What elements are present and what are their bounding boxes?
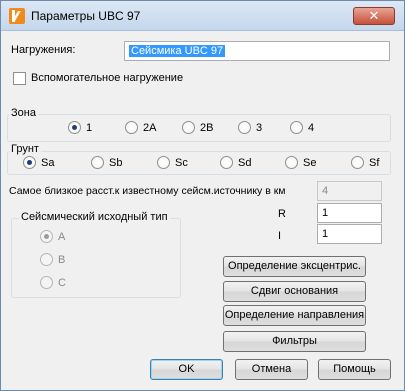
soil-option-label: Sf	[369, 156, 380, 169]
radio-dot	[40, 230, 53, 243]
zone-option-label: 2A	[143, 121, 157, 134]
radio-dot	[238, 121, 251, 134]
load-input[interactable]: Сейсмика UBC 97	[124, 41, 390, 61]
seismic-source-option-c[interactable]: C	[40, 276, 66, 289]
radio-dot	[23, 156, 36, 169]
soil-option-label: Sd	[238, 156, 252, 169]
help-button[interactable]: Помощь	[318, 359, 391, 380]
soil-option-label: Sb	[109, 156, 123, 169]
seismic-source-title: Сейсмический исходный тип	[19, 211, 170, 223]
radio-dot	[290, 121, 303, 134]
dialog-body: Нагружения: Сейсмика UBC 97 Вспомогатель…	[7, 32, 398, 385]
seismic-source-option-label: A	[58, 230, 66, 243]
auxiliary-load-checkbox[interactable]	[13, 72, 26, 85]
zone-option-3[interactable]: 3	[238, 121, 262, 134]
zone-option-label: 2B	[200, 121, 214, 134]
zone-option-label: 1	[86, 121, 93, 134]
radio-dot	[157, 156, 170, 169]
soil-option-sb[interactable]: Sb	[91, 156, 122, 169]
load-label: Нагружения:	[11, 44, 76, 56]
dialog-window: Параметры UBC 97 ✕ Нагружения: Сейсмика …	[0, 0, 405, 391]
radio-dot	[351, 156, 364, 169]
soil-option-sa[interactable]: Sa	[23, 156, 54, 169]
zone-option-1[interactable]: 1	[68, 121, 92, 134]
radio-dot	[68, 121, 81, 134]
soil-option-label: Sc	[175, 156, 188, 169]
soil-option-sd[interactable]: Sd	[220, 156, 251, 169]
soil-option-sf[interactable]: Sf	[351, 156, 379, 169]
i-label: I	[278, 230, 282, 242]
eccentricity-button[interactable]: Определение эксцентрис.	[223, 256, 366, 277]
soil-option-label: Se	[303, 156, 317, 169]
radio-dot	[182, 121, 195, 134]
filters-button[interactable]: Фильтры	[223, 331, 366, 352]
r-input[interactable]: 1	[317, 203, 382, 223]
radio-dot	[125, 121, 138, 134]
zone-option-4[interactable]: 4	[290, 121, 314, 134]
app-logo-icon	[9, 8, 25, 24]
radio-dot	[40, 253, 53, 266]
window-title: Параметры UBC 97	[31, 9, 141, 23]
radio-dot	[220, 156, 233, 169]
r-label: R	[278, 208, 286, 220]
radio-dot	[40, 276, 53, 289]
direction-button[interactable]: Определение направления	[223, 305, 366, 326]
zone-option-label: 4	[308, 121, 315, 134]
ok-button[interactable]: OK	[150, 359, 223, 380]
title-bar: Параметры UBC 97 ✕	[1, 1, 404, 31]
base-shear-button[interactable]: Сдвиг основания	[223, 281, 366, 302]
soil-option-label: Sa	[41, 156, 55, 169]
seismic-source-option-a[interactable]: A	[40, 230, 65, 243]
load-input-value: Сейсмика UBC 97	[129, 45, 226, 57]
soil-option-se[interactable]: Se	[285, 156, 316, 169]
auxiliary-load-label: Вспомогательное нагружение	[31, 72, 184, 84]
soil-option-sc[interactable]: Sc	[157, 156, 188, 169]
seismic-source-group	[11, 218, 181, 298]
cancel-button[interactable]: Отмена	[235, 359, 308, 380]
seismic-source-option-b[interactable]: B	[40, 253, 65, 266]
soil-group-title: Грунт	[9, 143, 41, 155]
seismic-source-option-label: B	[58, 253, 66, 266]
zone-group-title: Зона	[9, 107, 38, 119]
zone-option-label: 3	[256, 121, 263, 134]
radio-dot	[285, 156, 298, 169]
zone-option-2b[interactable]: 2B	[182, 121, 213, 134]
soil-group	[7, 151, 391, 175]
i-input[interactable]: 1	[317, 224, 382, 244]
close-button[interactable]: ✕	[353, 7, 395, 25]
nearest-distance-label: Самое близкое расст.к известному сейсм.и…	[9, 185, 286, 197]
seismic-source-option-label: C	[58, 276, 66, 289]
radio-dot	[91, 156, 104, 169]
nearest-distance-input[interactable]: 4	[317, 181, 382, 201]
zone-option-2a[interactable]: 2A	[125, 121, 156, 134]
